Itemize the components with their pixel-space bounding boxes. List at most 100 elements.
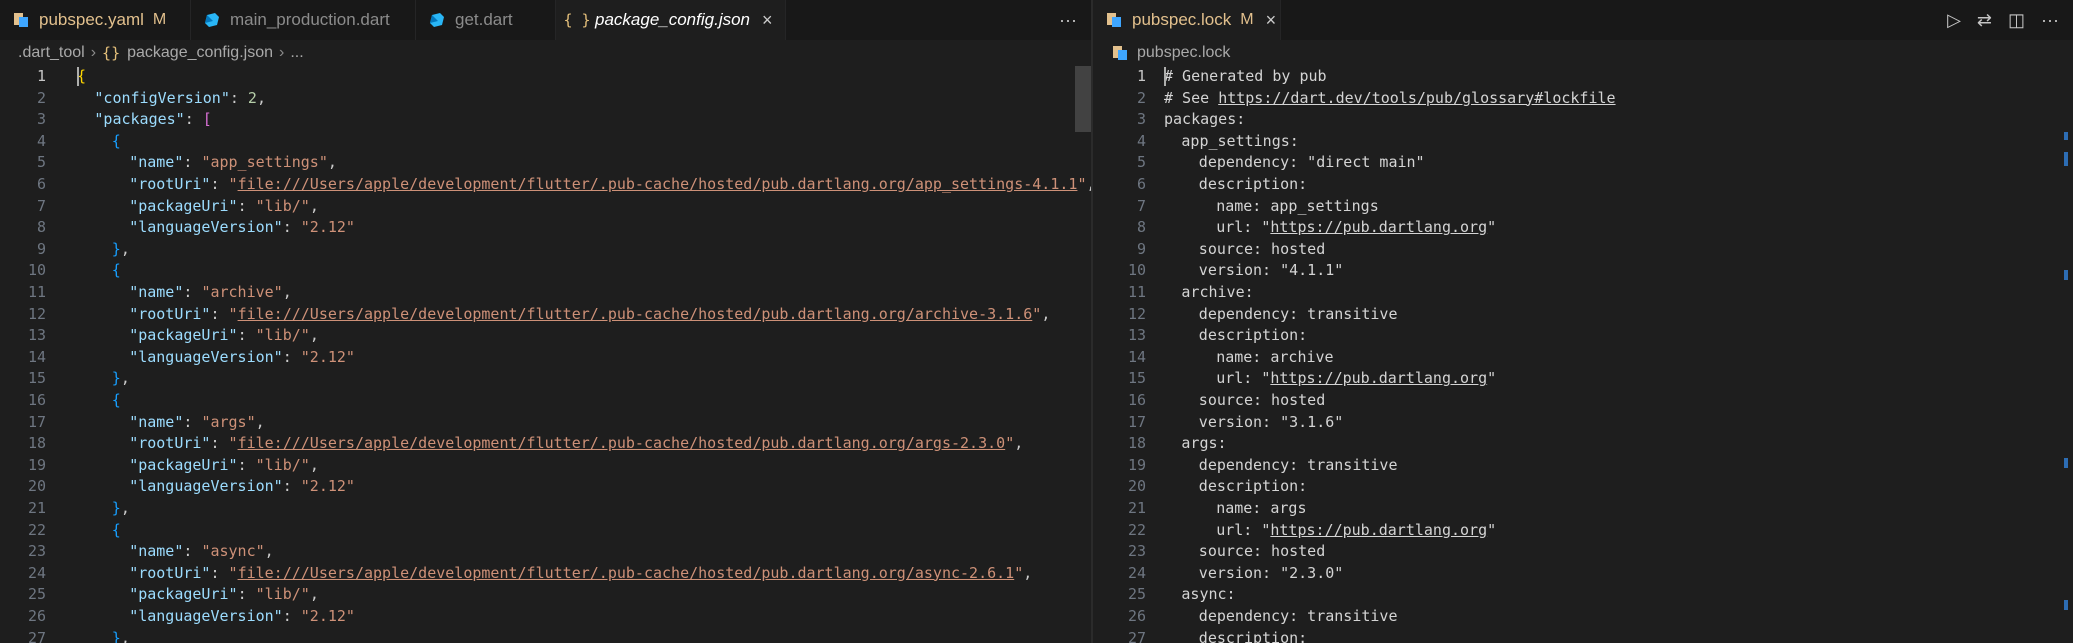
line-number: 27 bbox=[1127, 628, 1146, 643]
line-number: 18 bbox=[1127, 434, 1146, 453]
code-token: " bbox=[1005, 434, 1015, 453]
change-marker bbox=[2064, 132, 2068, 140]
code-token: : bbox=[237, 455, 256, 474]
more-icon[interactable]: ··· bbox=[1059, 10, 1077, 31]
code-line: 24 "rootUri": "file:///Users/apple/develo… bbox=[0, 563, 1032, 585]
yaml-key: name: bbox=[1216, 347, 1262, 366]
json-code-editor[interactable]: 1{2 "configVersion": 2, 3 "packages": [4{5 "… bbox=[0, 66, 1091, 643]
code-token: : bbox=[183, 153, 202, 172]
line-code: source: hosted bbox=[1199, 541, 1325, 563]
code-line: 5 dependency: "direct main" bbox=[1093, 152, 1425, 174]
tab-main-production-dart[interactable]: main_production.dart bbox=[191, 0, 416, 40]
change-marker bbox=[2064, 270, 2068, 280]
tab-pubspec-lock[interactable]: pubspec.lock M × bbox=[1093, 0, 1281, 40]
root-uri-link[interactable]: file:///Users/apple/development/flutter/… bbox=[238, 434, 1006, 452]
line-number: 19 bbox=[27, 455, 46, 474]
json-key: "rootUri" bbox=[129, 563, 211, 582]
code-line: 2 "configVersion": 2, bbox=[0, 88, 266, 110]
pub-url-link[interactable]: https://pub.dartlang.org bbox=[1270, 218, 1487, 236]
code-token: , bbox=[1014, 434, 1024, 453]
line-number: 5 bbox=[1136, 153, 1146, 172]
code-line: 26 "languageVersion": "2.12" bbox=[0, 606, 355, 628]
code-line: 19 "packageUri": "lib/", bbox=[0, 455, 319, 477]
glossary-link[interactable]: https://dart.dev/tools/pub/glossary#lock… bbox=[1218, 89, 1615, 107]
line-code: description: bbox=[1199, 628, 1307, 643]
yaml-key: app_settings: bbox=[1181, 131, 1299, 150]
json-key: "rootUri" bbox=[129, 175, 211, 193]
tab-package-config-json[interactable]: { } package_config.json × bbox=[556, 0, 786, 40]
breadcrumb-file[interactable]: package_config.json bbox=[127, 44, 273, 62]
code-line: 17 version: "3.1.6" bbox=[1093, 412, 1343, 434]
breadcrumb: pubspec.lock bbox=[1093, 40, 2073, 66]
yaml-value: transitive bbox=[1307, 455, 1398, 474]
source-control-icon[interactable]: ⇄ bbox=[1977, 10, 1992, 31]
code-token: : bbox=[237, 326, 256, 345]
code-token: : bbox=[210, 304, 229, 323]
line-code: "configVersion": 2, bbox=[94, 88, 266, 110]
yaml-key: source: bbox=[1198, 239, 1263, 258]
code-token: , bbox=[1041, 304, 1051, 323]
code-line: 14 "languageVersion": "2.12" bbox=[0, 347, 355, 369]
code-token: : bbox=[184, 110, 203, 129]
code-token: " bbox=[228, 434, 238, 453]
line-code: }, bbox=[112, 498, 130, 520]
close-icon[interactable]: × bbox=[762, 10, 773, 31]
yaml-value: archive bbox=[1270, 347, 1334, 366]
line-code: version: "2.3.0" bbox=[1199, 563, 1344, 585]
yaml-value: "4.1.1" bbox=[1280, 261, 1344, 280]
run-icon[interactable]: ▷ bbox=[1947, 10, 1961, 31]
line-number: 18 bbox=[27, 434, 46, 453]
split-editor-icon[interactable]: ◫ bbox=[2008, 10, 2025, 31]
line-code: dependency: transitive bbox=[1199, 455, 1398, 477]
root-uri-link[interactable]: file:///Users/apple/development/flutter/… bbox=[238, 175, 1078, 193]
line-code: "languageVersion": "2.12" bbox=[129, 606, 355, 628]
line-number: 2 bbox=[1136, 88, 1146, 107]
json-key: "packageUri" bbox=[129, 196, 238, 215]
line-number: 17 bbox=[1127, 412, 1146, 431]
code-line: 27}, bbox=[0, 628, 130, 643]
breadcrumb-file[interactable]: pubspec.lock bbox=[1137, 44, 1230, 62]
left-editor-group: pubspec.yaml M main_production.dart get.… bbox=[0, 0, 1091, 643]
line-code: { bbox=[112, 131, 121, 153]
dart-file-icon bbox=[428, 11, 446, 29]
code-token: , bbox=[282, 283, 292, 301]
line-code: { bbox=[112, 390, 121, 412]
open-bracket: [ bbox=[202, 110, 212, 129]
line-number: 14 bbox=[1127, 347, 1146, 366]
root-uri-link[interactable]: file:///Users/apple/development/flutter/… bbox=[238, 305, 1033, 323]
json-file-icon: { } bbox=[563, 11, 591, 29]
json-string: "app_settings" bbox=[201, 153, 328, 172]
vertical-scrollbar[interactable] bbox=[1075, 66, 1091, 132]
code-line: 19 dependency: transitive bbox=[1093, 455, 1398, 477]
code-token: , bbox=[309, 326, 319, 345]
code-line: 21}, bbox=[0, 498, 130, 520]
tab-get-dart[interactable]: get.dart bbox=[416, 0, 556, 40]
pub-url-link[interactable]: https://pub.dartlang.org bbox=[1270, 369, 1487, 387]
line-code: packages: bbox=[1164, 109, 1245, 131]
line-number: 21 bbox=[27, 499, 46, 517]
breadcrumb-folder[interactable]: .dart_tool bbox=[18, 44, 85, 62]
close-icon[interactable]: × bbox=[1266, 10, 1277, 31]
pub-url-link[interactable]: https://pub.dartlang.org bbox=[1270, 521, 1487, 539]
right-editor-group: pubspec.lock M × ▷ ⇄ ◫ ··· pubspec.lock … bbox=[1093, 0, 2073, 643]
yaml-value: args bbox=[1270, 499, 1307, 517]
line-code: description: bbox=[1199, 325, 1307, 347]
code-line: 3 packages: bbox=[1093, 109, 1245, 131]
code-line: 4 app_settings: bbox=[1093, 131, 1299, 153]
code-token: , bbox=[256, 88, 266, 107]
root-uri-link[interactable]: file:///Users/apple/development/flutter/… bbox=[238, 564, 1015, 582]
code-line: 25 "packageUri": "lib/", bbox=[0, 584, 319, 606]
tab-pubspec-yaml[interactable]: pubspec.yaml M bbox=[0, 0, 191, 40]
json-string: "2.12" bbox=[300, 218, 355, 237]
yaml-code-editor[interactable]: 1 # Generated by pub 2 # See https://dart.d… bbox=[1093, 66, 2073, 643]
left-tab-bar: pubspec.yaml M main_production.dart get.… bbox=[0, 0, 1091, 40]
line-number: 16 bbox=[27, 391, 46, 409]
right-tab-bar: pubspec.lock M × ▷ ⇄ ◫ ··· bbox=[1093, 0, 2073, 40]
more-icon[interactable]: ··· bbox=[2041, 10, 2059, 31]
chevron-right-icon: › bbox=[90, 44, 97, 61]
code-line: 18 "rootUri": "file:///Users/apple/develo… bbox=[0, 433, 1023, 455]
code-token: , bbox=[309, 455, 319, 474]
breadcrumb-ellipsis[interactable]: ... bbox=[290, 44, 303, 62]
